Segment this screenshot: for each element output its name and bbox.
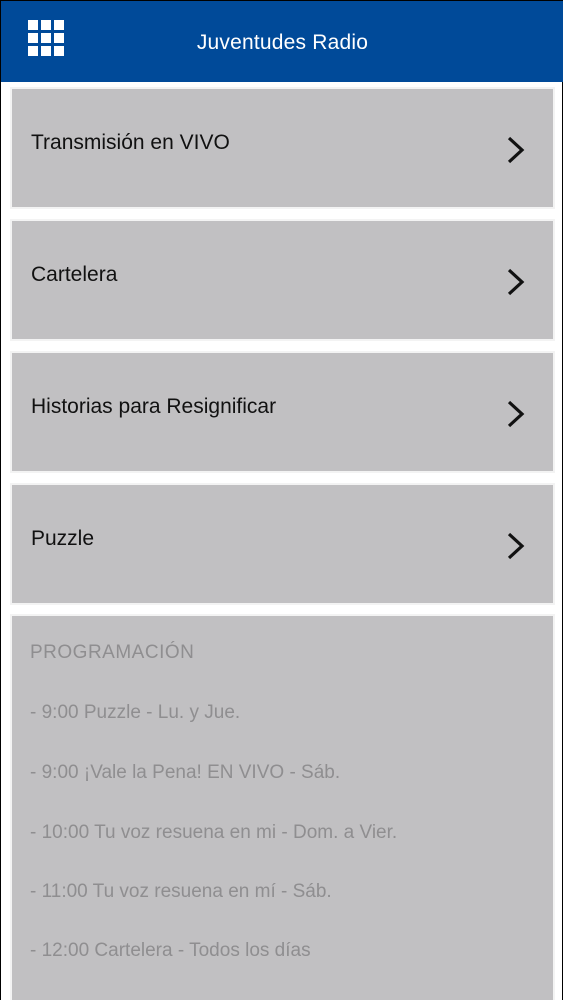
- menu-item-label: Historias para Resignificar: [31, 395, 277, 418]
- chevron-right-icon: [507, 136, 525, 164]
- programming-line: - 11:00 Tu voz resuena en mí - Sáb.: [30, 881, 332, 902]
- app-title: Juventudes Radio: [196, 31, 369, 54]
- programming-line: - 10:00 Tu voz resuena en mi - Dom. a Vi…: [30, 822, 398, 843]
- menu-item-transmision-en-vivo[interactable]: Transmisión en VIVO: [10, 87, 555, 209]
- menu-item-historias-para-resignificar[interactable]: Historias para Resignificar: [10, 351, 555, 473]
- menu-item-label: Cartelera: [31, 263, 118, 286]
- programming-panel: PROGRAMACIÓN - 9:00 Puzzle - Lu. y Jue. …: [10, 614, 555, 1000]
- programming-line: - 9:00 Puzzle - Lu. y Jue.: [30, 702, 241, 723]
- chevron-right-icon: [507, 268, 525, 296]
- programming-heading: PROGRAMACIÓN: [30, 642, 195, 663]
- menu-item-label: Puzzle: [31, 527, 95, 550]
- menu-item-puzzle[interactable]: Puzzle: [10, 483, 555, 605]
- menu-list: Transmisión en VIVO Cartelera Historias …: [10, 87, 555, 615]
- programming-line: - 12:00 Cartelera - Todos los días: [30, 940, 311, 961]
- programming-line: - 9:00 ¡Vale la Pena! EN VIVO - Sáb.: [30, 762, 341, 783]
- chevron-right-icon: [507, 400, 525, 428]
- chevron-right-icon: [507, 532, 525, 560]
- menu-item-label: Transmisión en VIVO: [31, 131, 230, 154]
- menu-item-cartelera[interactable]: Cartelera: [10, 219, 555, 341]
- top-app-bar: Juventudes Radio: [1, 0, 563, 82]
- app-screen: Juventudes Radio Transmisión en VIVO Car…: [0, 0, 563, 1000]
